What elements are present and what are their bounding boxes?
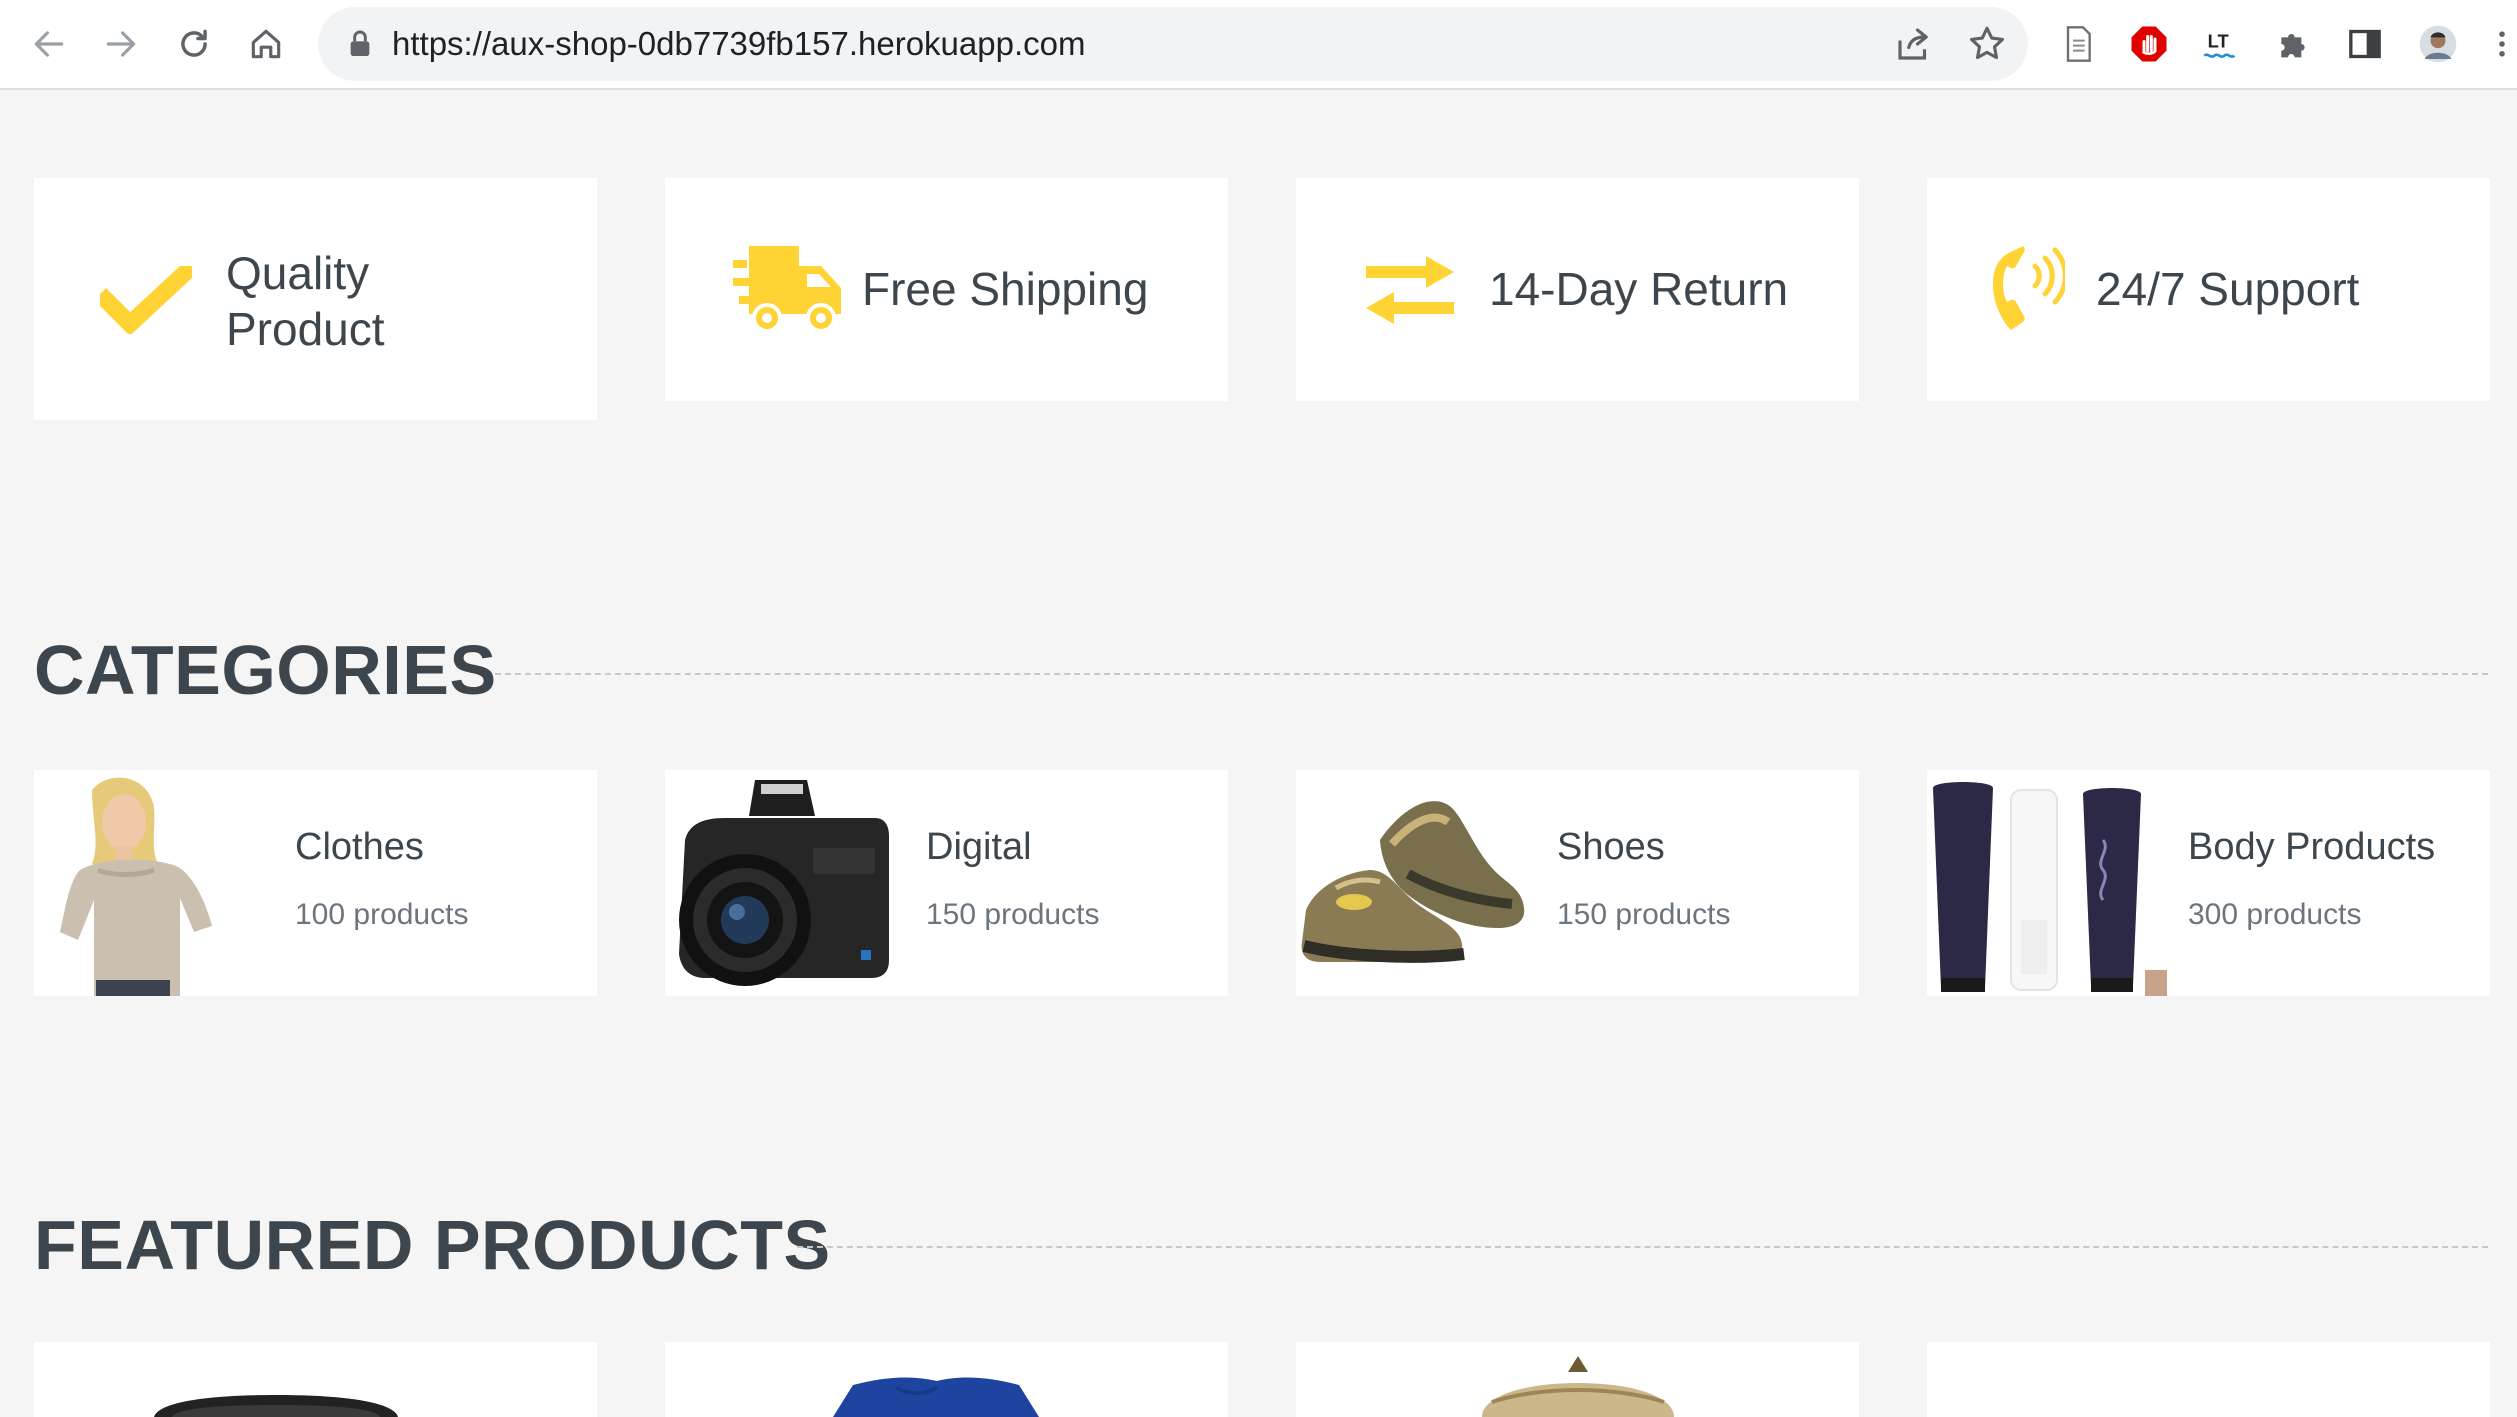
stop-hand-icon (2131, 26, 2167, 62)
side-panel-button[interactable] (2341, 20, 2389, 68)
feature-title-line1: Quality (226, 247, 370, 299)
feature-title-line2: Product (226, 303, 385, 355)
profile-avatar-button[interactable] (2414, 20, 2462, 68)
browser-toolbar: https://aux-shop-0db7739fb157.herokuapp.… (0, 0, 2517, 90)
exchange-icon (1366, 256, 1454, 324)
category-card-digital[interactable]: Digital 150 products (665, 770, 1228, 996)
featured-products-divider (797, 1246, 2488, 1248)
category-name: Shoes (1557, 826, 1665, 868)
feature-title: 14-Day Return (1489, 263, 1789, 315)
category-count: 100 products (295, 898, 469, 931)
category-name: Clothes (295, 826, 424, 868)
languagetool-icon: LT (2203, 30, 2236, 58)
camera-image (665, 770, 905, 996)
back-button[interactable] (20, 15, 78, 73)
category-card-clothes[interactable]: Clothes 100 products (34, 770, 597, 996)
feature-title: Quality Product (226, 245, 385, 357)
forward-button[interactable] (92, 15, 150, 73)
truck-icon (733, 246, 841, 333)
bookmark-star-icon[interactable] (1966, 23, 2008, 65)
category-card-body-products[interactable]: Body Products 300 products (1927, 770, 2490, 996)
product-card[interactable] (665, 1342, 1228, 1417)
product-card[interactable] (1927, 1342, 2490, 1417)
lock-icon (350, 30, 370, 56)
category-count: 150 products (1557, 898, 1731, 931)
check-icon (100, 266, 192, 334)
category-card-shoes[interactable]: Shoes 150 products (1296, 770, 1859, 996)
url-text[interactable]: https://aux-shop-0db7739fb157.herokuapp.… (392, 7, 1085, 81)
feature-24-7-support: 24/7 Support (1927, 178, 2490, 401)
category-name: Body Products (2188, 826, 2436, 868)
avatar (2419, 25, 2457, 63)
reload-icon (181, 29, 207, 57)
product-card[interactable] (1296, 1342, 1859, 1417)
extensions-menu-button[interactable] (2269, 20, 2317, 68)
reload-button[interactable] (165, 15, 223, 73)
product-image (1482, 1356, 1674, 1417)
home-icon (251, 29, 281, 59)
kebab-menu-icon (2499, 31, 2505, 57)
puzzle-icon (2281, 34, 2305, 58)
feature-title: Free Shipping (862, 263, 1149, 315)
address-bar[interactable]: https://aux-shop-0db7739fb157.herokuapp.… (318, 7, 2028, 81)
product-image (833, 1377, 1039, 1417)
feature-title: 24/7 Support (2096, 263, 2360, 315)
browser-menu-button[interactable] (2487, 20, 2517, 68)
category-name: Digital (926, 826, 1032, 868)
phone-icon (1993, 246, 2065, 330)
extension-adblock[interactable] (2125, 20, 2173, 68)
arrow-left-icon (34, 31, 64, 57)
category-count: 150 products (926, 898, 1100, 931)
product-image (154, 1395, 398, 1417)
extension-languagetool[interactable]: LT (2197, 20, 2245, 68)
categories-divider (495, 673, 2488, 675)
featured-products-heading: FEATURED PRODUCTS (34, 1206, 831, 1284)
document-icon (2066, 26, 2091, 62)
svg-text:LT: LT (2208, 30, 2229, 51)
share-icon[interactable] (1893, 23, 1935, 65)
body-products-image (1927, 770, 2167, 996)
arrow-right-icon (106, 31, 136, 57)
categories-heading: CATEGORIES (34, 631, 497, 709)
shoes-image (1296, 770, 1536, 996)
side-panel-icon (2349, 29, 2381, 59)
category-count: 300 products (2188, 898, 2362, 931)
extension-reader[interactable] (2054, 20, 2102, 68)
product-card[interactable] (34, 1342, 597, 1417)
feature-quality-product: Quality Product (34, 178, 597, 420)
clothes-image (34, 770, 274, 996)
feature-free-shipping: Free Shipping (665, 178, 1228, 401)
feature-14-day-return: 14-Day Return (1296, 178, 1859, 401)
home-button[interactable] (237, 15, 295, 73)
